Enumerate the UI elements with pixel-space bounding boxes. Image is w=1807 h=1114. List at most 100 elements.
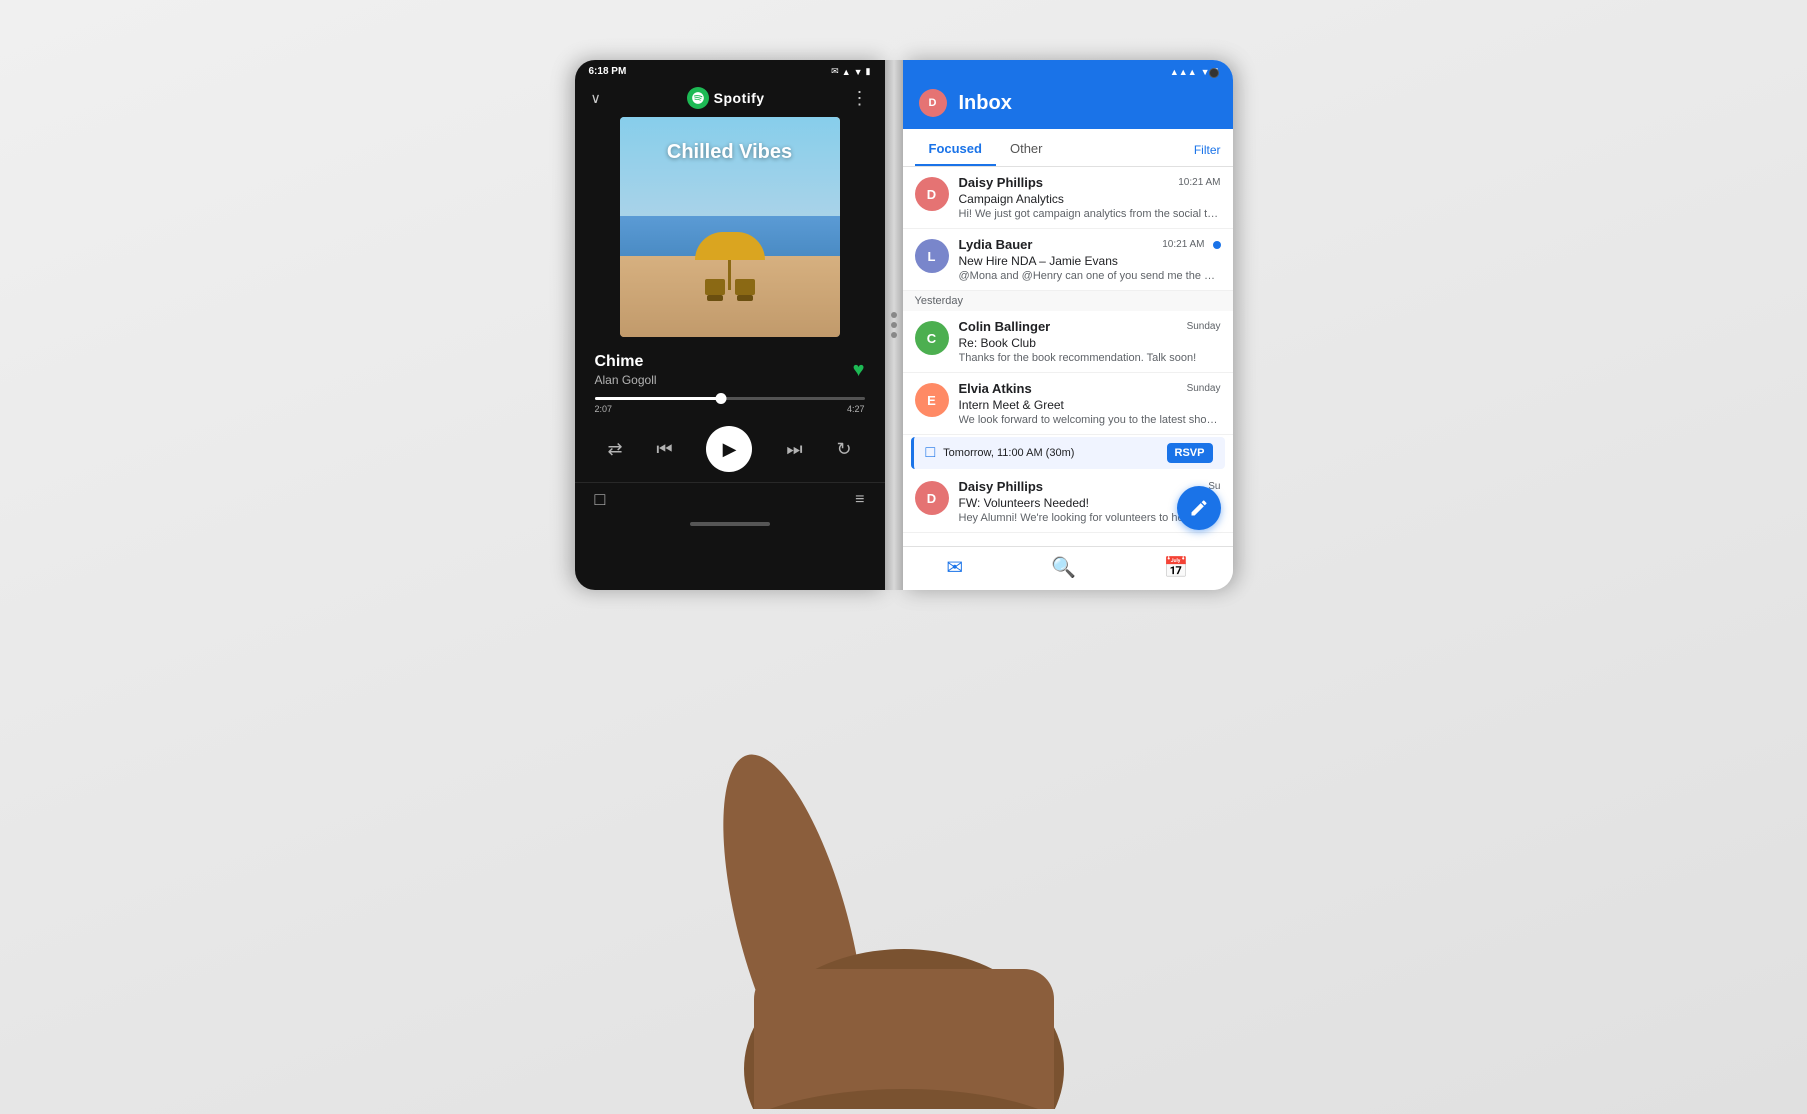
user-avatar[interactable]: D (919, 89, 947, 117)
avatar-elvia: E (915, 383, 949, 417)
spotify-app-name: Spotify (714, 90, 765, 106)
avatar-daisy-2: D (915, 481, 949, 515)
email-item-3[interactable]: C Colin Ballinger Sunday Re: Book Club T… (903, 311, 1233, 373)
progress-fill (595, 397, 722, 400)
more-menu-icon[interactable]: ⋮ (850, 88, 868, 109)
avatar-colin: C (915, 321, 949, 355)
email-subject-2: New Hire NDA – Jamie Evans (959, 254, 1221, 268)
signal-icon: ▲ (842, 67, 851, 77)
message-icon: ✉ (831, 66, 839, 77)
email-content-3: Colin Ballinger Sunday Re: Book Club Tha… (959, 319, 1221, 364)
progress-scrubber[interactable] (716, 393, 727, 404)
tab-other[interactable]: Other (996, 133, 1057, 166)
battery-icon: ▮ (866, 66, 871, 77)
rsvp-button[interactable]: RSVP (1167, 443, 1213, 463)
progress-times: 2:07 4:27 (595, 404, 865, 414)
mail-nav-icon[interactable]: ✉ (946, 555, 963, 580)
progress-bar[interactable] (595, 397, 865, 400)
email-list: D Daisy Phillips 10:21 AM Campaign Analy… (903, 167, 1233, 533)
spotify-icon (691, 91, 705, 105)
song-artist: Alan Gogoll (595, 373, 657, 387)
calendar-nav-icon[interactable]: 📅 (1164, 555, 1189, 580)
email-content-1: Daisy Phillips 10:21 AM Campaign Analyti… (959, 175, 1221, 220)
chair-left (705, 279, 725, 295)
beach-chairs (705, 279, 755, 295)
calendar-event: □ Tomorrow, 11:00 AM (30m) RSVP (911, 437, 1225, 469)
email-time-2: 10:21 AM (1162, 239, 1204, 250)
email-item-4[interactable]: E Elvia Atkins Sunday Intern Meet & Gree… (903, 373, 1233, 435)
connect-devices-icon[interactable]: □ (595, 489, 606, 510)
hinge-dot-1 (891, 312, 897, 318)
spotify-header: ∨ Spotify ⋮ (575, 81, 885, 117)
prev-button[interactable]: ⏮ (656, 439, 672, 460)
shuffle-button[interactable]: ⇄ (607, 439, 622, 460)
email-tab-bar: Focused Other Filter (903, 129, 1233, 167)
wifi-icon: ▼ (854, 67, 863, 77)
compose-icon (1189, 498, 1209, 518)
sender-name-3: Colin Ballinger (959, 319, 1051, 334)
email-preview-2: @Mona and @Henry can one of you send me … (959, 270, 1221, 282)
scene: 6:18 PM ✉ ▲ ▼ ▮ ∨ Spotify (0, 0, 1807, 1114)
email-preview-4: We look forward to welcoming you to the … (959, 414, 1221, 426)
calendar-icon: □ (926, 444, 936, 462)
email-item-2[interactable]: L Lydia Bauer 10:21 AM New Hire NDA – Ja… (903, 229, 1233, 291)
song-details: Chime Alan Gogoll (595, 353, 657, 387)
hand-svg (694, 589, 1114, 1109)
chair-right (735, 279, 755, 295)
sender-name-2: Lydia Bauer (959, 237, 1033, 252)
play-button[interactable]: ▶ (706, 426, 752, 472)
queue-icon[interactable]: ≡ (855, 491, 864, 509)
email-item-1[interactable]: D Daisy Phillips 10:21 AM Campaign Analy… (903, 167, 1233, 229)
device-wrapper: 6:18 PM ✉ ▲ ▼ ▮ ∨ Spotify (575, 60, 1233, 590)
date-separator-yesterday: Yesterday (903, 291, 1233, 311)
hand-container (694, 589, 1114, 1114)
sender-name-1: Daisy Phillips (959, 175, 1044, 190)
email-time-3: Sunday (1187, 321, 1221, 332)
status-time: 6:18 PM (589, 66, 627, 77)
status-icons: ✉ ▲ ▼ ▮ (831, 66, 870, 77)
current-time: 2:07 (595, 404, 613, 414)
email-top-row-1: Daisy Phillips 10:21 AM (959, 175, 1221, 190)
email-content-2: Lydia Bauer 10:21 AM New Hire NDA – Jami… (959, 237, 1221, 282)
front-camera (1209, 68, 1219, 78)
email-bottom-nav: ✉ 🔍 📅 (903, 546, 1233, 590)
email-content-4: Elvia Atkins Sunday Intern Meet & Greet … (959, 381, 1221, 426)
progress-container: 2:07 4:27 (575, 393, 885, 420)
album-art-image: Chilled Vibes (620, 117, 840, 337)
email-time-4: Sunday (1187, 383, 1221, 394)
calendar-event-text: Tomorrow, 11:00 AM (30m) (943, 447, 1158, 459)
email-subject-1: Campaign Analytics (959, 192, 1221, 206)
avatar-daisy-1: D (915, 177, 949, 211)
hinge-dot-3 (891, 332, 897, 338)
filter-button[interactable]: Filter (1194, 143, 1221, 157)
spotify-bottom-bar: □ ≡ (575, 482, 885, 518)
spotify-status-bar: 6:18 PM ✉ ▲ ▼ ▮ (575, 60, 885, 81)
email-header: D Inbox (903, 81, 1233, 129)
email-top-row-2: Lydia Bauer 10:21 AM (959, 237, 1221, 252)
home-indicator-left (690, 522, 770, 526)
chevron-down-icon[interactable]: ∨ (591, 90, 601, 107)
song-title: Chime (595, 353, 657, 371)
email-tabs: Focused Other (915, 133, 1057, 166)
device-hinge (885, 60, 903, 590)
album-title: Chilled Vibes (620, 141, 840, 164)
sender-name-4: Elvia Atkins (959, 381, 1032, 396)
email-status-bar: . ▲▲▲ ▼ ▮ (903, 60, 1233, 81)
repeat-button[interactable]: ↻ (836, 439, 851, 460)
compose-button[interactable] (1177, 486, 1221, 530)
email-top-row-3: Colin Ballinger Sunday (959, 319, 1221, 334)
signal-bars: ▲▲▲ (1170, 67, 1197, 77)
avatar-lydia: L (915, 239, 949, 273)
email-subject-3: Re: Book Club (959, 336, 1221, 350)
playback-controls: ⇄ ⏮ ▶ ⏭ ↻ (575, 420, 885, 482)
inbox-title: Inbox (959, 92, 1012, 115)
spotify-logo-icon (687, 87, 709, 109)
next-button[interactable]: ⏭ (786, 439, 802, 460)
tab-focused[interactable]: Focused (915, 133, 996, 166)
spotify-screen: 6:18 PM ✉ ▲ ▼ ▮ ∨ Spotify (575, 60, 885, 590)
search-nav-icon[interactable]: 🔍 (1051, 555, 1076, 580)
favorite-icon[interactable]: ♥ (853, 359, 865, 382)
album-art: Chilled Vibes (620, 117, 840, 337)
email-top-row-4: Elvia Atkins Sunday (959, 381, 1221, 396)
total-time: 4:27 (847, 404, 865, 414)
